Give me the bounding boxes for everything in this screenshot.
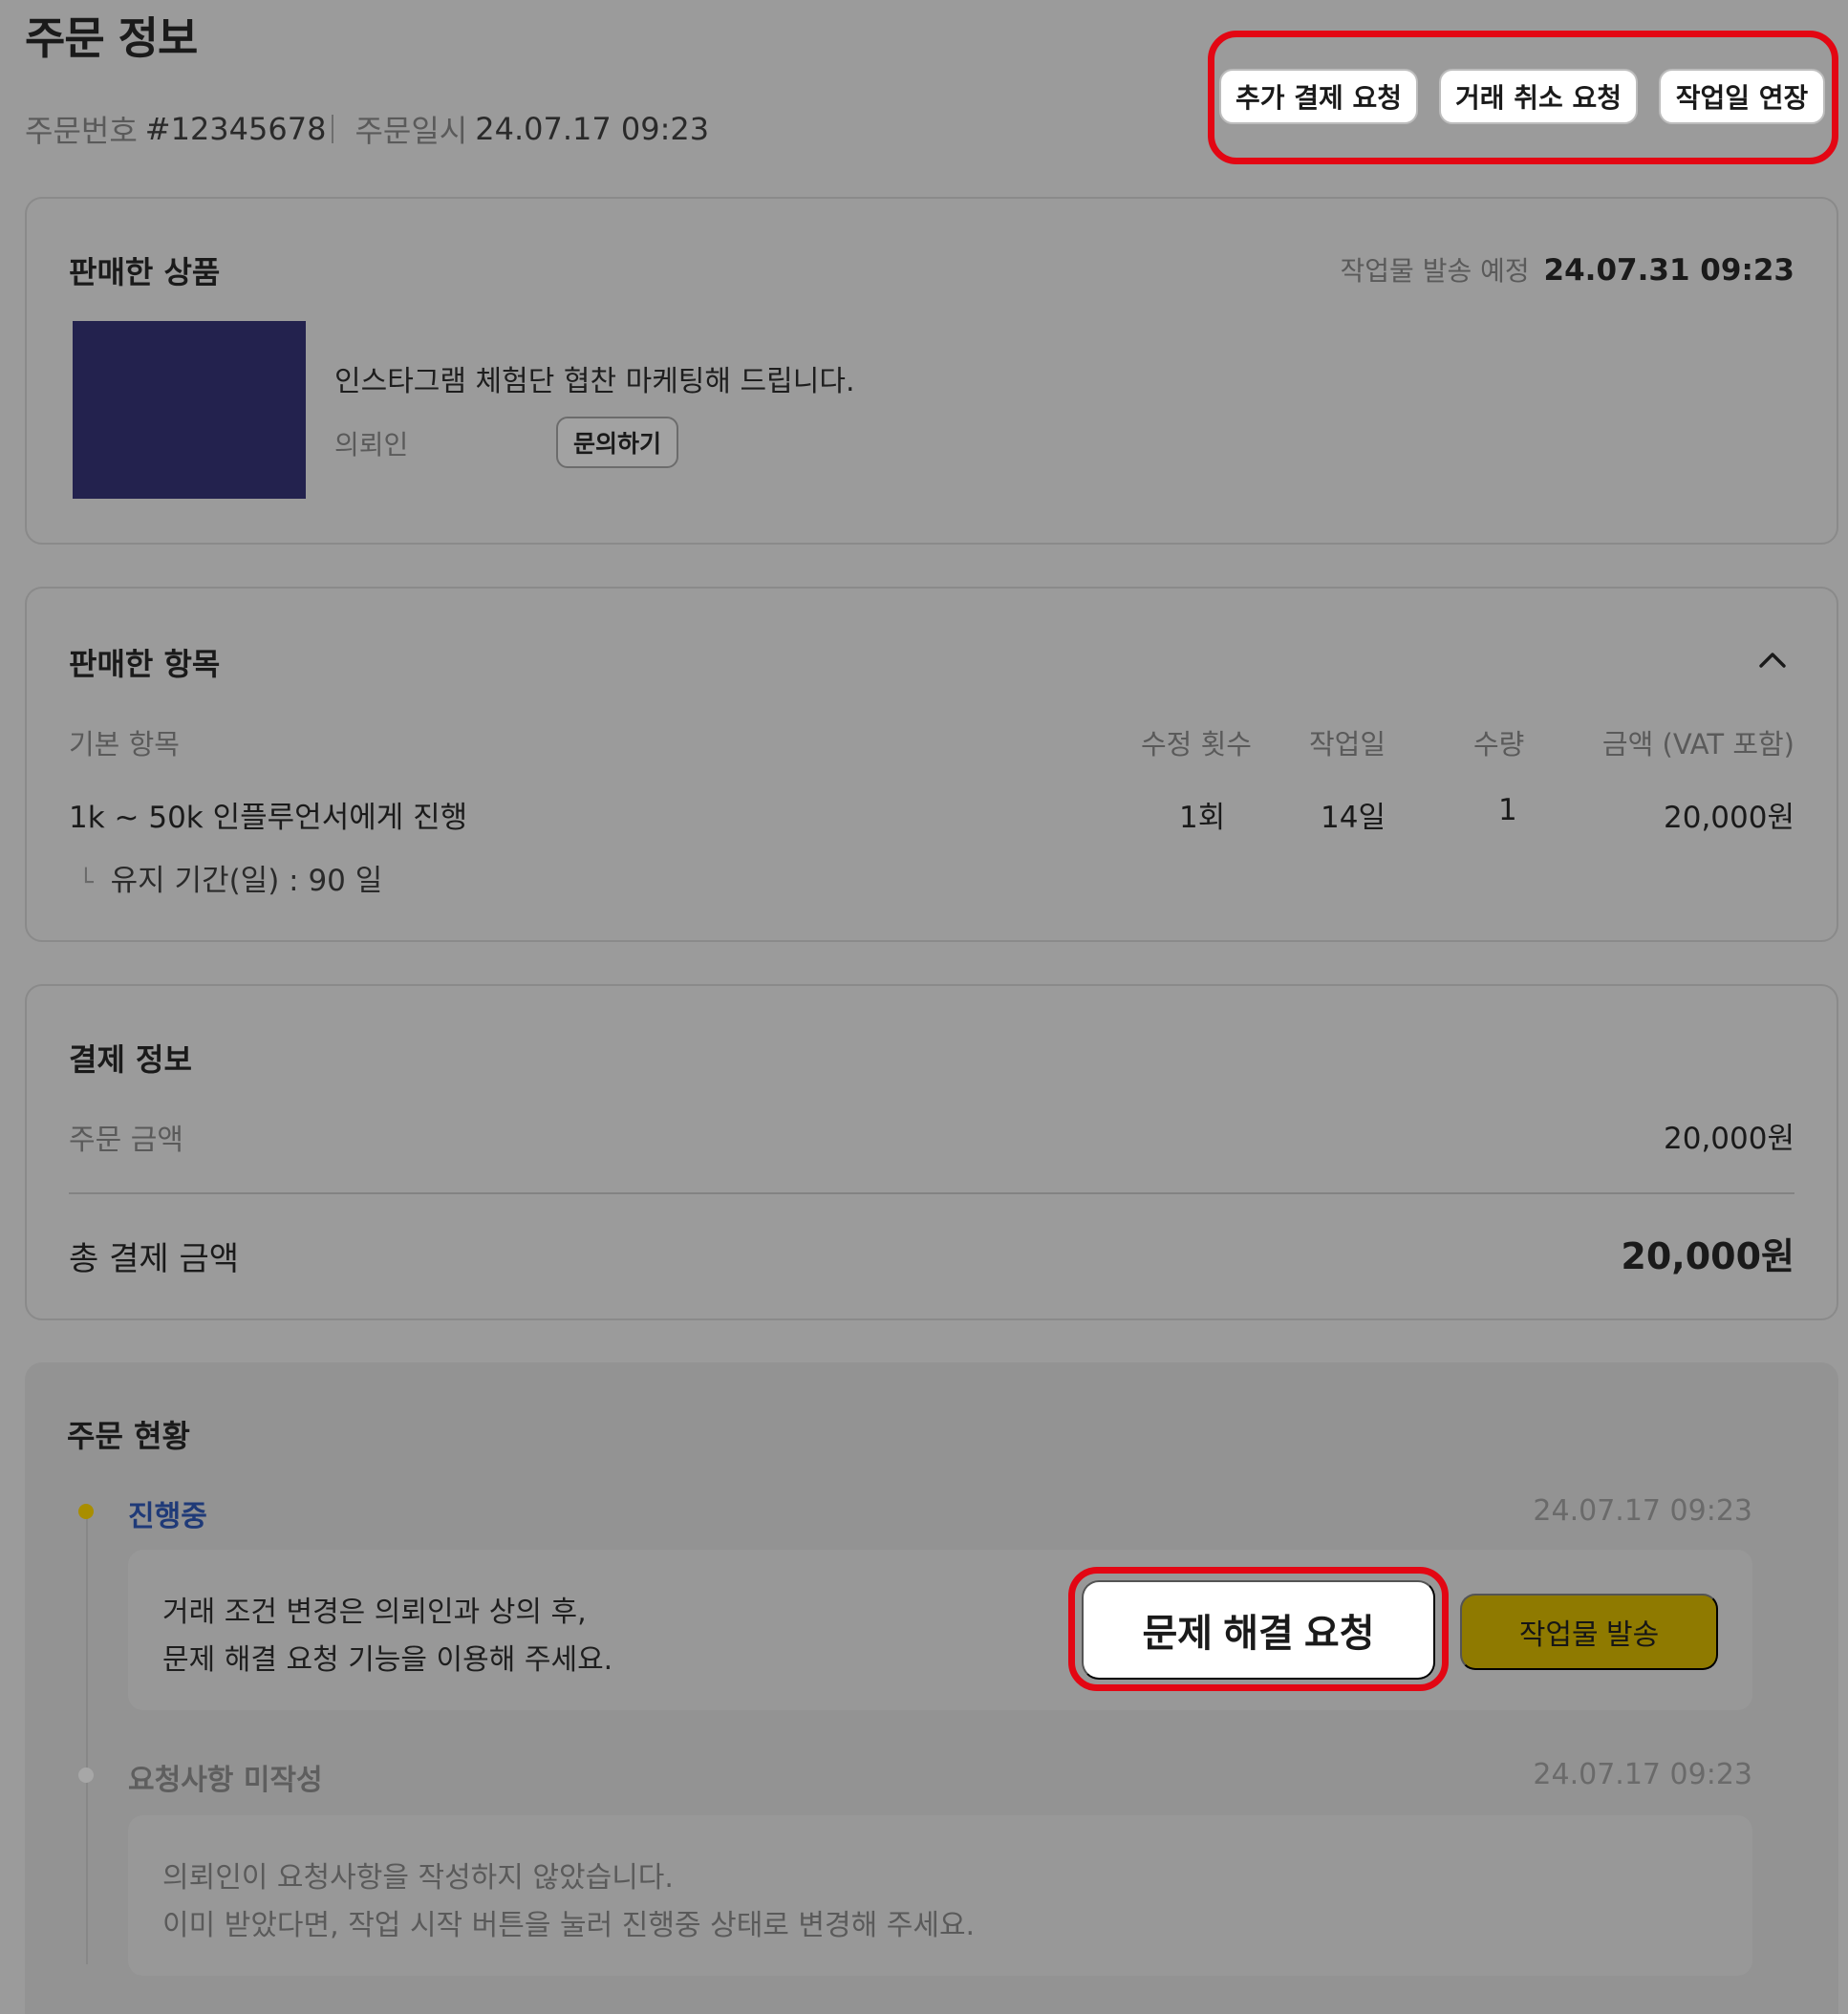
note-line: 이미 받았다면, 작업 시작 버튼을 눌러 진행중 상태로 변경해 주세요. xyxy=(162,1909,976,1942)
option-marker: └ xyxy=(78,868,94,897)
order-meta: 주문번호 #12345678 주문일시 24.07.17 09:23 xyxy=(25,107,709,151)
status-in-progress: 진행중 xyxy=(128,1500,207,1533)
client-label: 의뢰인 xyxy=(334,429,409,461)
sold-product-card: 판매한 상품 작업물 발송 예정 24.07.31 09:23 인스타그램 체험… xyxy=(25,197,1838,545)
col-header-item: 기본 항목 xyxy=(69,728,180,761)
payment-divider xyxy=(69,1192,1794,1194)
ship-date-label: 작업물 발송 예정 xyxy=(1340,255,1530,287)
col-header-workdays: 작업일 xyxy=(1309,728,1386,761)
product-thumbnail[interactable] xyxy=(73,321,306,499)
option-text: 유지 기간(일) : 90 일 xyxy=(110,864,383,898)
product-name[interactable]: 인스타그램 체험단 협찬 마케팅해 드립니다. xyxy=(334,357,854,399)
item-option: └ 유지 기간(일) : 90 일 xyxy=(78,856,382,899)
order-number-label: 주문번호 xyxy=(25,113,138,149)
chevron-up-icon[interactable] xyxy=(1758,646,1787,675)
payment-title: 결제 정보 xyxy=(69,1041,192,1078)
status-note: 의뢰인이 요청사항을 작성하지 않았습니다. 이미 받았다면, 작업 시작 버튼… xyxy=(128,1815,1752,1976)
sold-items-card: 판매한 항목 기본 항목 수정 횟수 작업일 수량 금액 (VAT 포함) 1k… xyxy=(25,587,1838,942)
col-header-amount: 금액 (VAT 포함) xyxy=(1601,728,1794,761)
col-header-quantity: 수량 xyxy=(1473,728,1525,761)
ship-date-value: 24.07.31 09:23 xyxy=(1543,253,1794,288)
note-line: 의뢰인이 요청사항을 작성하지 않았습니다. xyxy=(162,1861,674,1895)
order-amount-label: 주문 금액 xyxy=(69,1124,183,1157)
status-dot-active xyxy=(78,1504,94,1519)
status-time: 24.07.17 09:23 xyxy=(1533,1758,1752,1791)
sold-product-title: 판매한 상품 xyxy=(69,254,221,290)
order-info-page: 주문 정보 주문번호 #12345678 주문일시 24.07.17 09:23… xyxy=(0,0,1848,2014)
order-status-title: 주문 현황 xyxy=(67,1418,190,1454)
inquiry-button[interactable]: 문의하기 xyxy=(556,417,678,468)
order-number: #12345678 xyxy=(144,111,327,147)
item-quantity: 1 xyxy=(1498,793,1517,827)
item-workdays: 14일 xyxy=(1321,801,1386,835)
timeline-line xyxy=(86,1515,88,1964)
sold-items-title: 판매한 항목 xyxy=(69,646,221,682)
status-time: 24.07.17 09:23 xyxy=(1533,1494,1752,1528)
page-title: 주문 정보 xyxy=(25,12,198,64)
status-no-requirements: 요청사항 미작성 xyxy=(128,1764,323,1797)
col-header-revisions: 수정 횟수 xyxy=(1141,728,1252,761)
top-action-buttons: 추가 결제 요청 거래 취소 요청 작업일 연장 xyxy=(1219,69,1825,124)
extra-payment-request-button[interactable]: 추가 결제 요청 xyxy=(1219,69,1418,124)
resolve-request-button[interactable]: 문제 해결 요청 xyxy=(1082,1580,1435,1680)
item-amount: 20,000원 xyxy=(1664,801,1794,835)
meta-divider xyxy=(332,115,334,143)
item-name: 1k ~ 50k 인플루언서에게 진행 xyxy=(69,801,468,835)
ship-date: 작업물 발송 예정 24.07.31 09:23 xyxy=(1341,250,1794,289)
cancel-deal-request-button[interactable]: 거래 취소 요청 xyxy=(1439,69,1638,124)
note-line: 문제 해결 요청 기능을 이용해 주세요. xyxy=(162,1643,613,1677)
order-amount: 20,000원 xyxy=(1664,1122,1794,1156)
order-status-card: 주문 현황 진행중 24.07.17 09:23 거래 조건 변경은 의뢰인과 … xyxy=(25,1362,1838,2014)
total-amount: 20,000원 xyxy=(1621,1235,1794,1277)
order-date: 24.07.17 09:23 xyxy=(475,111,710,147)
extend-workday-button[interactable]: 작업일 연장 xyxy=(1659,69,1825,124)
order-date-label: 주문일시 xyxy=(355,113,468,149)
note-line: 거래 조건 변경은 의뢰인과 상의 후, xyxy=(162,1596,587,1629)
payment-card: 결제 정보 주문 금액 20,000원 총 결제 금액 20,000원 xyxy=(25,984,1838,1320)
send-deliverable-button[interactable]: 작업물 발송 xyxy=(1460,1594,1718,1670)
status-dot-idle xyxy=(78,1768,94,1783)
item-revisions: 1회 xyxy=(1179,801,1226,835)
total-label: 총 결제 금액 xyxy=(69,1240,240,1278)
